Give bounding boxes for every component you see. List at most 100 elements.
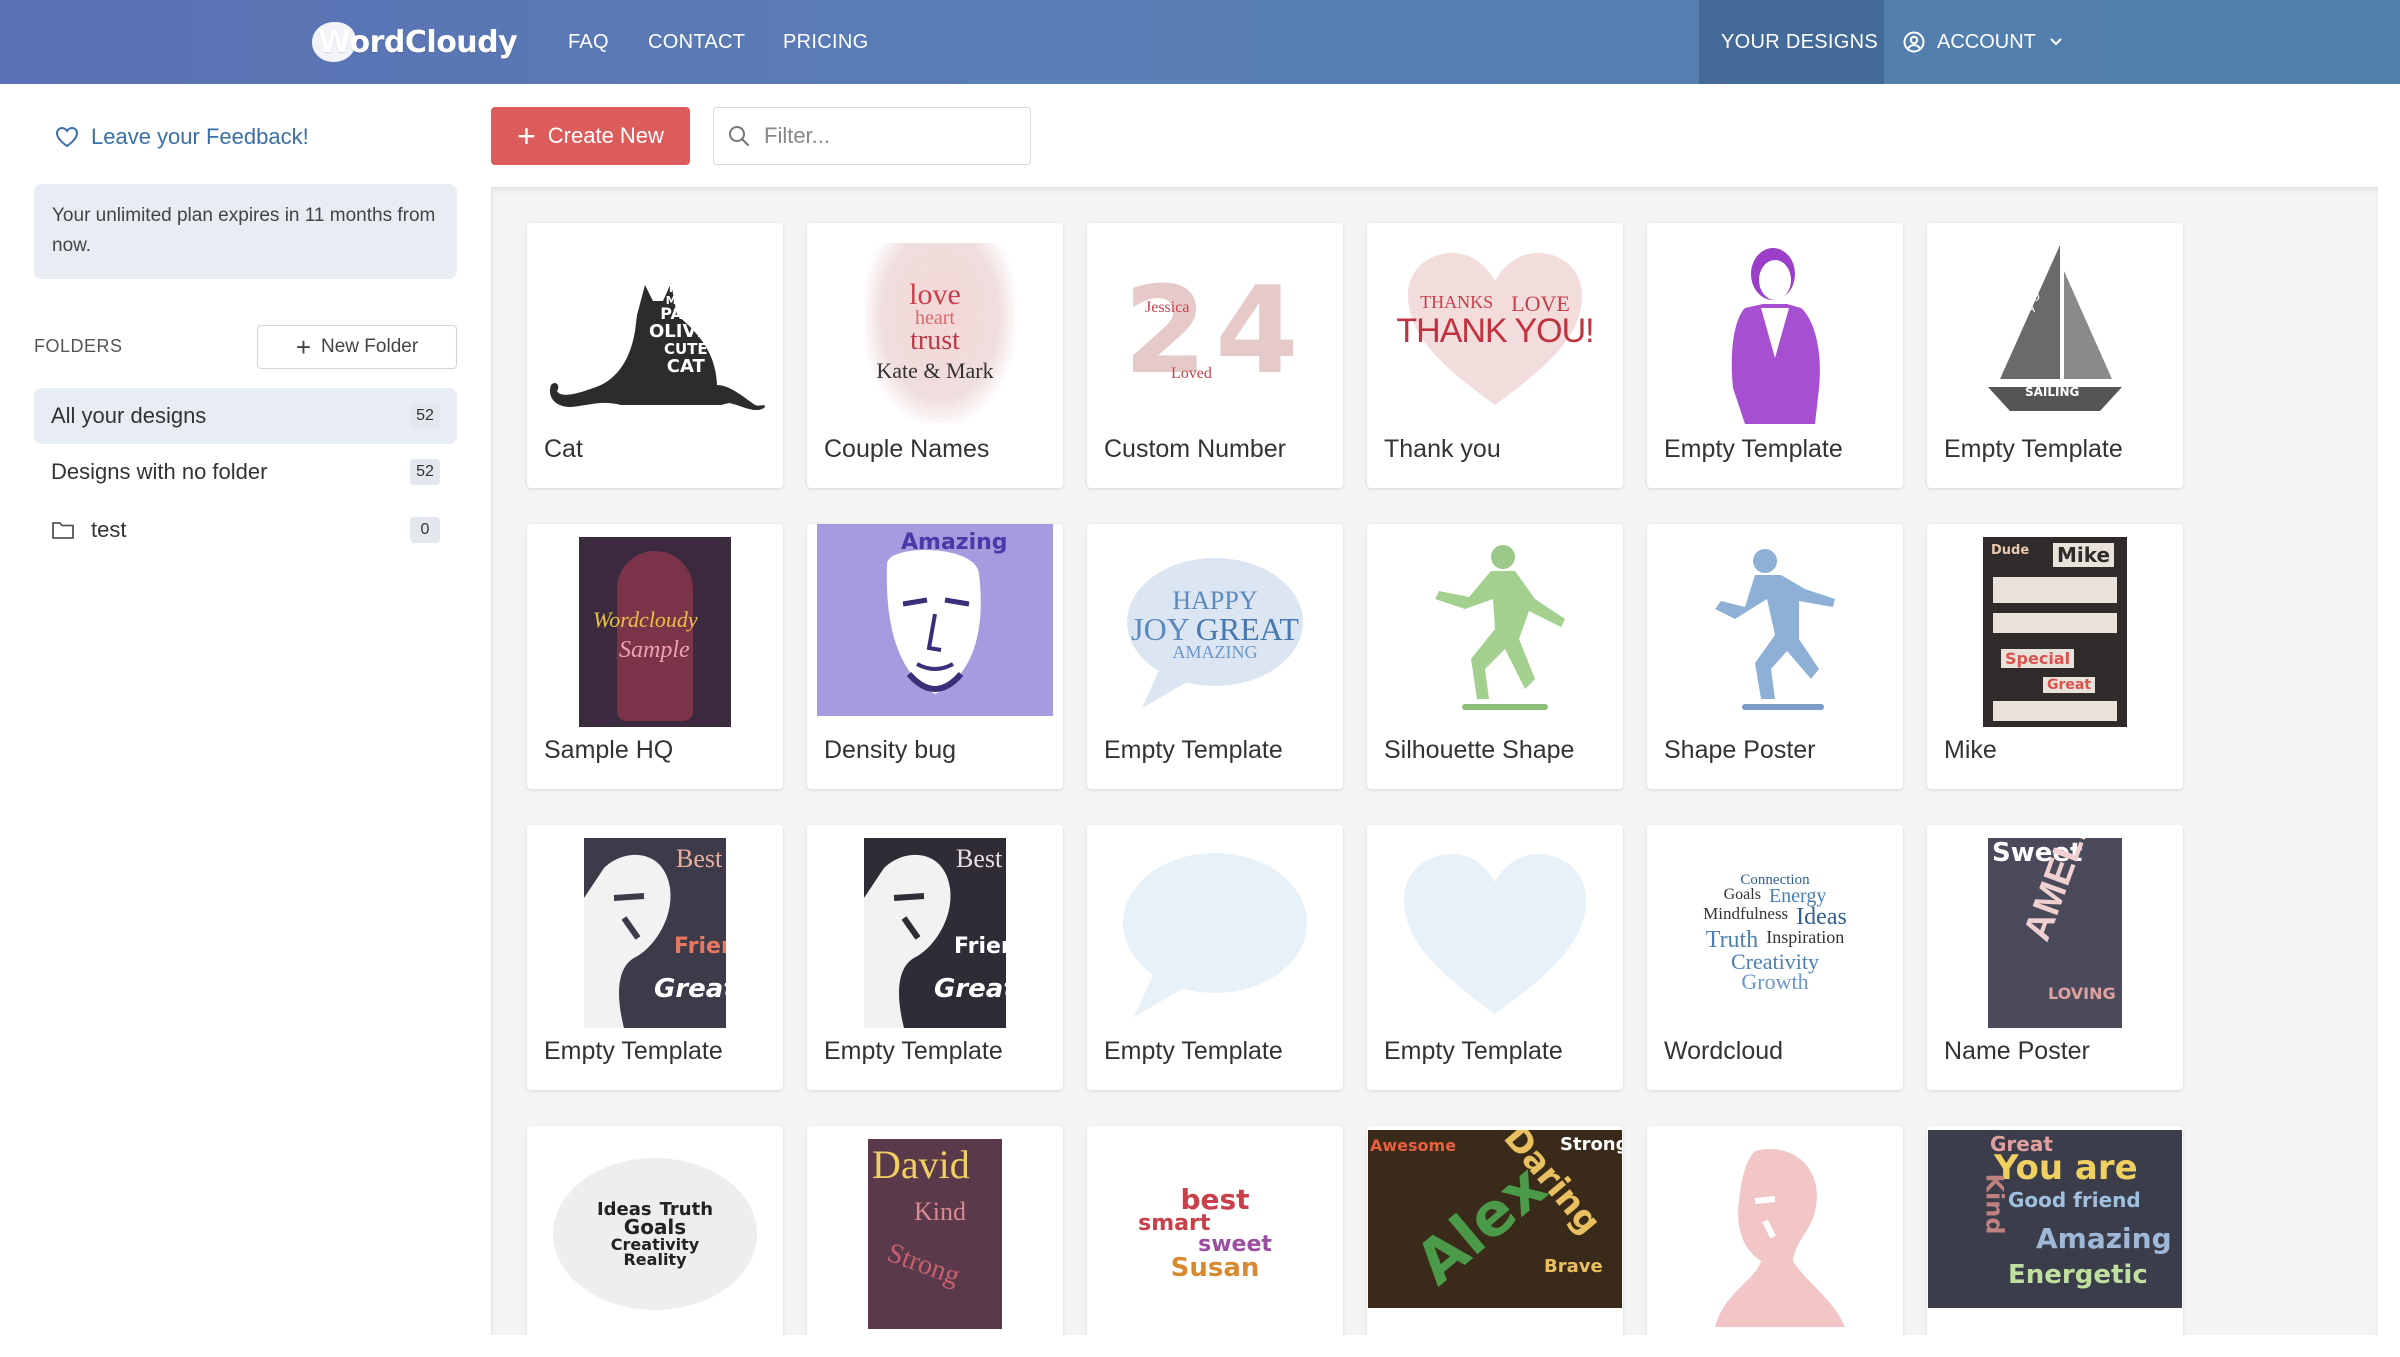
design-card[interactable]: BOAT WIND SEA SAILING Empty Template [1927, 223, 2183, 488]
thumbnail-ellipse-bw: Ideas Truth Goals Creativity Reality [541, 1138, 769, 1330]
design-title: Empty Template [824, 1037, 1003, 1065]
thumbnail-heart: THANKS LOVE THANK YOU! [1381, 235, 1609, 427]
new-folder-button[interactable]: + New Folder [257, 325, 457, 369]
design-card[interactable]: Connection Goals Energy Mindfulness Idea… [1647, 825, 1903, 1090]
thumb-word: PURR [668, 282, 703, 295]
filter-box[interactable] [713, 107, 1031, 165]
create-new-label: Create New [547, 123, 664, 148]
thumbnail-amelia: Sweet AMELIA LOVING [1941, 837, 2169, 1029]
nav-your-designs[interactable]: YOUR DESIGNS [1721, 0, 1878, 84]
thumb-word: SAILING [2025, 385, 2080, 399]
filter-input[interactable] [764, 123, 1014, 149]
folder-icon [52, 522, 74, 539]
design-card[interactable]: Empty Template [1647, 223, 1903, 488]
folder-all-designs[interactable]: All your designs 52 [34, 388, 457, 444]
thumb-word: love [909, 277, 961, 311]
thumb-word: Friend [674, 934, 726, 959]
thumbnail-couple: love heart trust Kate & Mark [821, 235, 1049, 427]
plus-icon: + [517, 118, 536, 154]
design-card[interactable]: Wordcloudy Sample Sample HQ [527, 524, 783, 789]
design-card[interactable]: best smart sweet Susan [1087, 1126, 1343, 1335]
thumb-word: Great [654, 974, 726, 1004]
thumbnail-skater-green [1381, 536, 1609, 728]
design-card[interactable]: Empty Template [1367, 825, 1623, 1090]
thumb-word: LOVING [2048, 984, 2116, 1003]
folder-no-folder[interactable]: Designs with no folder 52 [34, 444, 457, 500]
thumbnail-you-are: You are Great Kind Good friend Amazing E… [1927, 1129, 2183, 1309]
design-card[interactable]: HAPPY JOY GREAT AMAZING Empty Template [1087, 524, 1343, 789]
plus-icon: + [295, 332, 312, 362]
design-title: Empty Template [1944, 435, 2123, 463]
design-card[interactable]: Ideas Truth Goals Creativity Reality [527, 1126, 783, 1335]
thumb-word: Growth [1741, 969, 1809, 995]
thumb-word: GREAT [1195, 610, 1299, 647]
design-title: Empty Template [1384, 1037, 1563, 1065]
design-title: Empty Template [1664, 435, 1843, 463]
thumbnail-face-pink [1661, 1138, 1889, 1330]
nav-pricing[interactable]: PRICING [783, 0, 868, 84]
thumb-word: Reality [623, 1250, 687, 1270]
design-title: Mike [1944, 736, 1997, 764]
feedback-label: Leave your Feedback! [91, 124, 309, 149]
design-card[interactable]: Sweet AMELIA LOVING Name Poster [1927, 825, 2183, 1090]
design-card[interactable]: You are Great Kind Good friend Amazing E… [1927, 1126, 2183, 1335]
logo-text: WordCloudy [318, 24, 518, 60]
thumb-word: Sample [619, 637, 690, 663]
design-title: Silhouette Shape [1384, 736, 1575, 764]
design-card[interactable]: Empty Template [1087, 825, 1343, 1090]
search-icon [729, 126, 750, 147]
thumb-word: best [1180, 1183, 1250, 1217]
thumb-word: Loved [1171, 365, 1212, 382]
design-card[interactable]: love heart trust Kate & Mark Couple Name… [807, 223, 1063, 488]
thumb-word: THANK YOU! [1396, 312, 1594, 351]
thumbnail-sailboat: BOAT WIND SEA SAILING [1941, 235, 2169, 427]
thumbnail-mike: Dude Mike Special Great [1941, 536, 2169, 728]
design-title: Sample HQ [544, 736, 674, 764]
folder-label: test [91, 517, 127, 542]
design-card[interactable]: 24 Jessica Loved Custom Number [1087, 223, 1343, 488]
thumb-word: Special [2001, 649, 2075, 668]
nav-contact[interactable]: CONTACT [648, 0, 745, 84]
thumbnail-speech-bubble-empty [1101, 837, 1329, 1029]
design-card[interactable]: PURR MEOW PAWS OLIVER CUTE CAT Cat [527, 223, 783, 488]
thumb-word: Goals [623, 1214, 687, 1239]
nav-faq[interactable]: FAQ [568, 0, 609, 84]
folders-heading: FOLDERS [34, 336, 123, 356]
folder-test[interactable]: test 0 [34, 502, 457, 558]
design-card[interactable]: Amazing Density bug [807, 524, 1063, 789]
design-card[interactable]: Alex Daring Awesome Strong Brave [1367, 1126, 1623, 1335]
folder-label: Designs with no folder [51, 459, 268, 484]
thumb-word: 24 [1123, 261, 1307, 401]
design-card[interactable]: Best Friend Great Empty Template [527, 825, 783, 1090]
thumb-word: Mike [2053, 543, 2115, 567]
thumb-word: Brave [1544, 1256, 1603, 1277]
thumb-word: trust [910, 325, 960, 356]
design-title: Thank you [1384, 435, 1501, 463]
thumb-word: Great [934, 974, 1006, 1004]
design-card[interactable]: Shape Poster [1647, 524, 1903, 789]
thumb-word: Best [676, 844, 723, 873]
design-card[interactable]: Silhouette Shape [1367, 524, 1623, 789]
account-menu[interactable]: ACCOUNT [1903, 0, 2062, 84]
design-card[interactable]: Best Friend Great Empty Template [807, 825, 1063, 1090]
thumb-word: Mindfulness [1703, 903, 1789, 923]
design-card[interactable]: David Kind Strong [807, 1126, 1063, 1335]
thumb-word: Good friend [2008, 1188, 2141, 1212]
thumb-word: Energetic [2008, 1260, 2148, 1290]
thumbnail-face-dark: Best Friend Great [541, 837, 769, 1029]
folder-label: All your designs [51, 403, 207, 428]
wordcloudy-logo[interactable]: WordCloudy [312, 18, 518, 66]
design-card[interactable]: THANKS LOVE THANK YOU! Thank you [1367, 223, 1623, 488]
create-new-button[interactable]: + Create New [491, 107, 690, 165]
design-title: Density bug [824, 736, 957, 764]
heart-icon [55, 126, 79, 148]
thumb-word: Best [956, 844, 1003, 873]
design-card[interactable]: Dude Mike Special Great Mike [1927, 524, 2183, 789]
nav-your-designs-active[interactable]: YOUR DESIGNS [1699, 0, 1884, 84]
folder-count-badge: 52 [410, 403, 440, 429]
design-title: Custom Number [1104, 435, 1286, 463]
design-card[interactable] [1647, 1126, 1903, 1335]
top-navbar: WordCloudy FAQ CONTACT PRICING YOUR DESI… [0, 0, 2400, 84]
leave-feedback-link[interactable]: Leave your Feedback! [55, 124, 309, 150]
thumb-word: Kind [914, 1197, 966, 1226]
